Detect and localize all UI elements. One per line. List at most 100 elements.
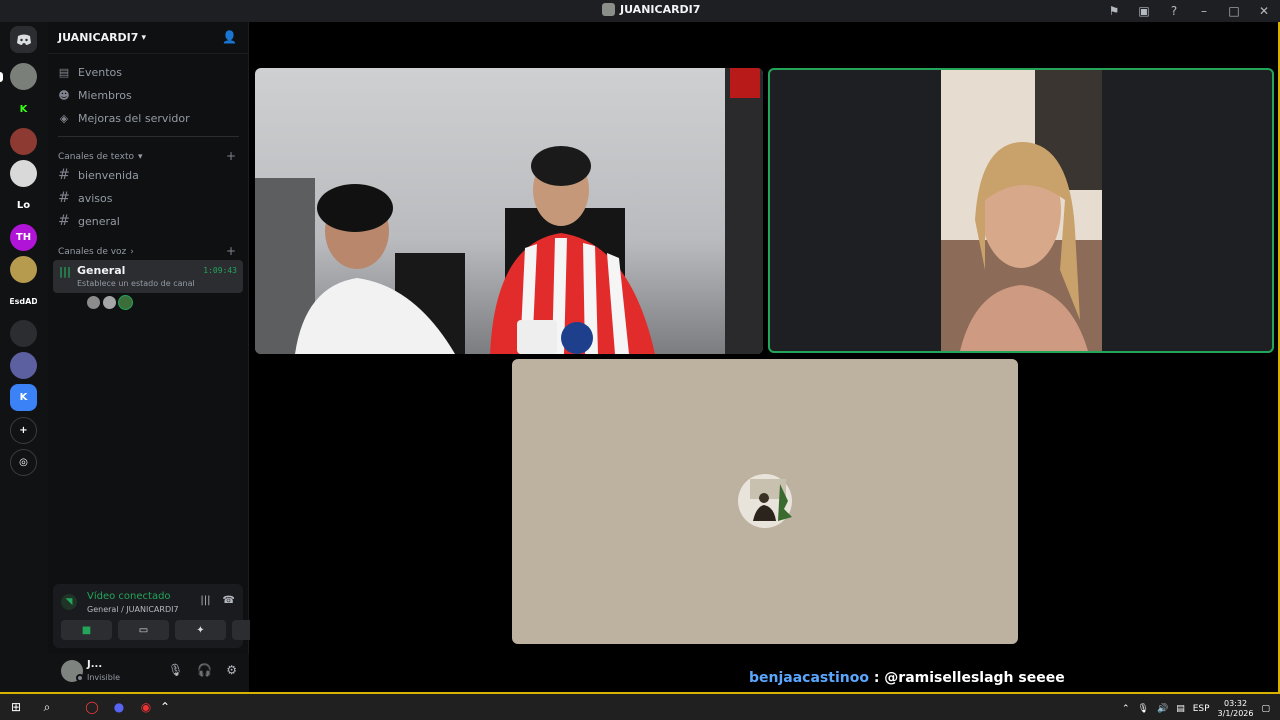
gear-icon[interactable]: ⚙: [226, 663, 237, 677]
server-icon[interactable]: [10, 160, 37, 187]
add-member-icon[interactable]: 👤: [222, 30, 237, 44]
help-icon[interactable]: ?: [1166, 3, 1182, 19]
inbox-icon[interactable]: ▣: [1136, 3, 1152, 19]
close-icon[interactable]: ✕: [1256, 3, 1272, 19]
noise-suppression-icon[interactable]: |||: [200, 595, 210, 606]
explore-icon[interactable]: ◎: [10, 449, 37, 476]
notifications-icon[interactable]: ▢: [1261, 704, 1270, 714]
nav-eventos[interactable]: ▤ Eventos: [58, 66, 122, 79]
status-indicator: [76, 674, 84, 682]
opera-icon[interactable]: ◯: [83, 698, 101, 716]
video-feed: [255, 68, 763, 354]
chrome-icon[interactable]: ◉: [137, 698, 155, 716]
nav-mejoras[interactable]: ◈ Mejoras del servidor: [58, 112, 190, 125]
signal-icon[interactable]: ◥: [61, 594, 77, 610]
windows-start-icon[interactable]: ⊞: [7, 698, 25, 716]
divider: [58, 136, 239, 137]
screen-share-button[interactable]: ▭: [118, 620, 169, 640]
voice-connection-panel: ◥ Vídeo conectado General / JUANICARDI7 …: [53, 584, 283, 648]
add-voice-channel-icon[interactable]: +: [226, 244, 236, 258]
search-icon[interactable]: ⌕: [38, 698, 56, 716]
username[interactable]: J...: [87, 659, 102, 670]
channel-sidebar: JUANICARDI7 ▾ 👤 ▤ Eventos ☻ Miembros ◈ M…: [48, 22, 283, 692]
video-stage: benjaacastinoo : @ramiselleslagh seeee: [250, 22, 1278, 692]
server-header[interactable]: JUANICARDI7 ▾ 👤: [48, 22, 249, 54]
server-icon[interactable]: K: [10, 96, 37, 123]
avatar[interactable]: [118, 295, 133, 310]
server-icon[interactable]: TH: [10, 224, 37, 251]
video-tile-camera-off[interactable]: [512, 359, 1018, 644]
channel-bienvenida[interactable]: # bienvenida: [58, 167, 139, 183]
server-name: JUANICARDI7: [58, 31, 139, 44]
chevron-down-icon: ▾: [138, 152, 143, 162]
volume-icon[interactable]: 🔊: [1157, 704, 1168, 714]
category-label: Canales de voz: [58, 247, 127, 257]
language-indicator[interactable]: ESP: [1193, 704, 1210, 714]
connection-location[interactable]: General / JUANICARDI7: [87, 605, 179, 614]
server-icon[interactable]: [10, 320, 37, 347]
nav-miembros[interactable]: ☻ Miembros: [58, 89, 132, 102]
clock-time: 03:32: [1223, 699, 1248, 708]
channel-label: general: [78, 214, 120, 228]
camera-button[interactable]: ■: [61, 620, 112, 640]
taskbar: ⊞ ⌕ ◯ ● ◉ ⌃ ⌃ 🎙 🔊 ▤ ESP 03:32 3/1/2026 ▢: [0, 694, 1280, 720]
system-tray: ⌃ 🎙 🔊 ▤ ESP 03:32 3/1/2026 ▢: [1122, 699, 1270, 719]
nav-label: Eventos: [78, 66, 122, 79]
server-icon[interactable]: [10, 256, 37, 283]
microphone-icon[interactable]: 🎙: [1138, 704, 1149, 714]
voice-channel-general[interactable]: ||| General Establece un estado de canal…: [53, 260, 243, 293]
avatar[interactable]: [102, 295, 117, 310]
video-tile[interactable]: [255, 68, 763, 354]
hash-icon: #: [58, 213, 70, 229]
video-tile-speaking[interactable]: [768, 68, 1274, 353]
network-icon[interactable]: ▤: [1176, 704, 1185, 714]
minimize-icon[interactable]: –: [1196, 3, 1212, 19]
flag-icon[interactable]: ⚑: [1106, 3, 1122, 19]
members-icon: ☻: [58, 89, 70, 102]
connection-status: Vídeo conectado: [87, 591, 171, 602]
video-feed: [941, 70, 1102, 351]
voice-activity-icon: |||: [59, 265, 72, 278]
chat-username[interactable]: benjaacastinoo: [749, 670, 869, 686]
discord-taskbar-icon[interactable]: ●: [110, 698, 128, 716]
voice-channel-status[interactable]: Establece un estado de canal: [77, 279, 195, 288]
channel-label: bienvenida: [78, 168, 139, 182]
calendar-icon: ▤: [58, 66, 70, 79]
text-category[interactable]: Canales de texto ▾: [58, 152, 143, 162]
chevron-right-icon: ›: [130, 247, 134, 257]
unread-indicator: [0, 72, 3, 82]
server-icon[interactable]: K: [10, 384, 37, 411]
discord-home-icon[interactable]: [10, 26, 37, 53]
server-icon[interactable]: [10, 63, 37, 90]
hash-icon: #: [58, 190, 70, 206]
voice-elapsed-time: 1:09:43: [203, 266, 237, 275]
avatar[interactable]: [86, 295, 101, 310]
activities-button[interactable]: ✦: [175, 620, 226, 640]
disconnect-icon[interactable]: ☎: [223, 595, 235, 606]
clock-date: 3/1/2026: [1217, 709, 1254, 718]
microphone-icon[interactable]: 🎙: [168, 663, 183, 677]
voice-channel-label: General: [77, 264, 126, 277]
nav-label: Mejoras del servidor: [78, 112, 190, 125]
clock[interactable]: 03:32 3/1/2026: [1218, 699, 1254, 719]
category-label: Canales de texto: [58, 152, 134, 162]
channel-general[interactable]: # general: [58, 213, 120, 229]
participant-avatar: [738, 474, 792, 528]
maximize-icon[interactable]: □: [1226, 3, 1242, 19]
headphones-icon[interactable]: 🎧: [197, 663, 212, 677]
window-title-text: JUANICARDI7: [620, 3, 701, 16]
chevron-up-icon[interactable]: ⌃: [1122, 704, 1130, 714]
voice-category[interactable]: Canales de voz ›: [58, 247, 134, 257]
voice-participants: [86, 295, 133, 310]
chevron-up-icon[interactable]: ⌃: [160, 698, 170, 716]
server-avatar-icon: [602, 3, 615, 16]
user-status: Invisible: [87, 673, 120, 682]
server-icon[interactable]: EsdAD: [10, 288, 37, 315]
server-icon[interactable]: [10, 352, 37, 379]
add-channel-icon[interactable]: +: [226, 149, 236, 163]
hash-icon: #: [58, 167, 70, 183]
server-icon[interactable]: [10, 128, 37, 155]
server-icon[interactable]: Lo: [10, 192, 37, 219]
add-server-icon[interactable]: +: [10, 417, 37, 444]
channel-avisos[interactable]: # avisos: [58, 190, 112, 206]
